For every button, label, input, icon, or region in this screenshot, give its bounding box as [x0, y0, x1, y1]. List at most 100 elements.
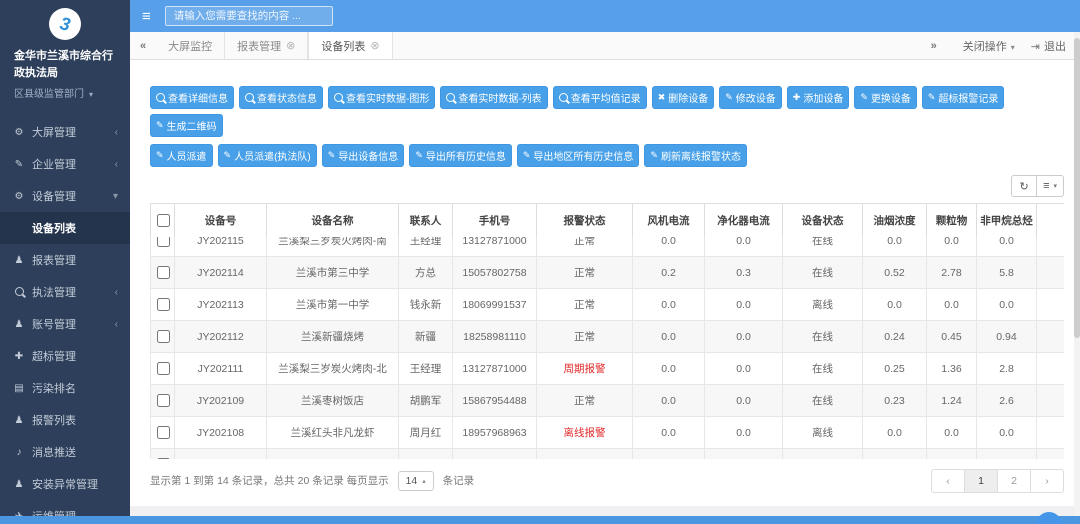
pagination-page-2[interactable]: 2: [997, 469, 1031, 493]
tabs-scroll-left-icon[interactable]: «: [130, 32, 156, 59]
table-row[interactable]: JY202113 兰溪市第一中学 钱永新 18069991537 正常 0.0 0.0 离线 0…: [150, 288, 1064, 321]
cell-alarm_status: 正常: [536, 320, 633, 353]
toolbar-button-刷新离线报警状态[interactable]: ✎ 刷新离线报警状态: [644, 144, 747, 167]
cell-nmhc: 0.0: [976, 288, 1037, 321]
table-footer: 显示第 1 到第 14 条记录，总共 20 条记录 每页显示 14 ▴ 条记录 ‹…: [150, 469, 1064, 493]
table-scroll-area[interactable]: JY202115 兰溪梨三岁炭火烤肉-南 王经理 13127871000 正常 0.0 0.…: [150, 237, 1064, 459]
sidebar-item-exceed[interactable]: ✚ 超标管理: [0, 340, 130, 372]
table-header: 设备号 设备名称 联系人 手机号 报警状态 风机电流 净化器电流 设备状态 油烟浓度 颗粒物 非甲烷…: [150, 203, 1064, 238]
logout-button[interactable]: ⇥ 退出: [1031, 38, 1066, 54]
toolbar-button-查看实时数据-图形[interactable]: 查看实时数据-图形: [328, 86, 436, 109]
pagination-prev[interactable]: ‹: [931, 469, 965, 493]
table-row[interactable]: JY202115 兰溪梨三岁炭火烤肉-南 王经理 13127871000 正常 0.0 0.…: [150, 237, 1064, 257]
org-role-label: 区县级监管部门: [14, 89, 84, 100]
cell-filler: [1036, 352, 1064, 385]
toolbar-button-人员派遣(执法队)[interactable]: ✎ 人员派遣(执法队): [217, 144, 317, 167]
row-checkbox[interactable]: [157, 458, 170, 459]
toolbar-button-超标报警记录[interactable]: ✎ 超标报警记录: [921, 86, 1005, 109]
toolbar-button-导出设备信息[interactable]: ✎ 导出设备信息: [321, 144, 405, 167]
sidebar-item-account[interactable]: ♟ 账号管理 ‹: [0, 308, 130, 340]
row-checkbox[interactable]: [157, 266, 170, 279]
menu-toggle-icon[interactable]: ≡: [142, 8, 151, 25]
logout-icon: ⇥: [1030, 40, 1040, 53]
org-role-selector[interactable]: 区县级监管部门 ▾: [0, 85, 130, 100]
table-row[interactable]: JY202105兰溪大街小巷陶雄兵13575934888正常0.00.0在线0.…: [150, 448, 1064, 459]
row-checkbox-cell: [150, 352, 175, 385]
global-search-input[interactable]: [164, 6, 333, 26]
cell-fan_current: 0.0: [632, 416, 705, 449]
cell-particulate: 2.78: [926, 256, 977, 289]
page-scrollbar-thumb[interactable]: [1074, 38, 1080, 338]
sidebar-item-alarm-list[interactable]: ♟ 报警列表: [0, 404, 130, 436]
toolbar-button-添加设备[interactable]: ✚ 添加设备: [786, 86, 850, 109]
tab-设备列表[interactable]: 设备列表 ⊗: [308, 32, 393, 59]
toolbar-button-修改设备[interactable]: ✎ 修改设备: [719, 86, 782, 109]
table-row[interactable]: JY202114 兰溪市第三中学 方总 15057802758 正常 0.2 0.3 在线 0.…: [150, 256, 1064, 289]
column-header-颗粒物[interactable]: 颗粒物: [926, 203, 977, 238]
sidebar-item-enterprise[interactable]: ✎ 企业管理 ‹: [0, 148, 130, 180]
column-header-油烟浓度[interactable]: 油烟浓度: [862, 203, 927, 238]
page-size-select[interactable]: 14 ▴: [397, 471, 434, 491]
column-header-设备状态[interactable]: 设备状态: [782, 203, 863, 238]
row-checkbox[interactable]: [157, 330, 170, 343]
sidebar-item-report[interactable]: ♟ 报表管理: [0, 244, 130, 276]
toolbar-button-导出所有历史信息[interactable]: ✎ 导出所有历史信息: [409, 144, 512, 167]
toolbar-button-查看实时数据-列表[interactable]: 查看实时数据-列表: [440, 86, 548, 109]
close-tab-icon[interactable]: ⊗: [370, 39, 379, 52]
toolbar-button-删除设备[interactable]: ✖ 删除设备: [651, 86, 715, 109]
tab-label: 报表管理: [237, 40, 282, 53]
toolbar-button-更换设备[interactable]: ✎ 更换设备: [854, 86, 917, 109]
column-header-手机号[interactable]: 手机号: [452, 203, 537, 238]
table-row[interactable]: JY202109 兰溪枣树饭店 胡鹏军 15867954488 正常 0.0 0.0 在线 0.…: [150, 384, 1064, 417]
cell-device_name: 兰溪新疆烧烤: [266, 320, 399, 353]
tab-大屏监控[interactable]: 大屏监控: [156, 32, 226, 59]
sidebar-item-message-push[interactable]: ♪ 消息推送: [0, 436, 130, 468]
toolbar-button-人员派遣[interactable]: ✎ 人员派遣: [150, 144, 213, 167]
toolbar-button-查看状态信息[interactable]: 查看状态信息: [239, 86, 323, 109]
column-header-非甲烷总烃[interactable]: 非甲烷总烃: [976, 203, 1037, 238]
cell-device_name: 兰溪枣树饭店: [266, 384, 399, 417]
refresh-button[interactable]: ↻: [1011, 175, 1038, 197]
pagination: ‹ 1 2 ›: [931, 469, 1064, 493]
sidebar-item-pollution-rank[interactable]: ▤ 污染排名: [0, 372, 130, 404]
toolbar-button-查看详细信息[interactable]: 查看详细信息: [150, 86, 234, 109]
table-row[interactable]: JY202108 兰溪红头非凡龙虾 周月红 18957968963 离线报警 0.0 0.0…: [150, 416, 1064, 449]
column-header-净化器电流[interactable]: 净化器电流: [704, 203, 783, 238]
toolbar-button-生成二维码[interactable]: ✎ 生成二维码: [150, 114, 223, 137]
org-header: 3 金华市兰溪市综合行政执法局 区县级监管部门 ▾: [0, 0, 130, 106]
close-operations-dropdown[interactable]: 关闭操作 ▾: [963, 38, 1015, 54]
table-row[interactable]: JY202111 兰溪梨三岁炭火烤肉-北 王经理 13127871000 周期报警 0.0…: [150, 352, 1064, 385]
cell-fume_density: 0.0: [862, 237, 927, 257]
cell-particulate: 0.45: [926, 320, 977, 353]
sidebar-item-enforcement[interactable]: 执法管理 ‹: [0, 276, 130, 308]
toolbar-button-查看平均值记录[interactable]: 查看平均值记录: [552, 86, 647, 109]
pagination-next[interactable]: ›: [1030, 469, 1064, 493]
page-scrollbar[interactable]: [1074, 32, 1080, 516]
row-checkbox[interactable]: [157, 237, 170, 247]
row-checkbox[interactable]: [157, 394, 170, 407]
columns-button[interactable]: ≡ ▾: [1036, 175, 1064, 197]
tabs-scroll-right-icon[interactable]: »: [921, 40, 947, 52]
column-header-风机电流[interactable]: 风机电流: [632, 203, 705, 238]
toolbar-button-导出地区所有历史信息[interactable]: ✎ 导出地区所有历史信息: [516, 144, 640, 167]
column-header-报警状态[interactable]: 报警状态: [536, 203, 633, 238]
cell-device_no: JY202111: [174, 352, 267, 385]
sidebar-item-device-list[interactable]: 设备列表: [0, 212, 130, 244]
row-checkbox[interactable]: [157, 362, 170, 375]
column-header-设备名称[interactable]: 设备名称: [266, 203, 399, 238]
row-checkbox[interactable]: [157, 298, 170, 311]
table-row[interactable]: JY202112 兰溪新疆烧烤 新疆 18258981110 正常 0.0 0.0 在线 0.2…: [150, 320, 1064, 353]
pagination-page-1[interactable]: 1: [964, 469, 998, 493]
close-tab-icon[interactable]: ⊗: [286, 39, 295, 52]
cell-filler: [1036, 320, 1064, 353]
row-checkbox[interactable]: [157, 426, 170, 439]
column-header-联系人[interactable]: 联系人: [398, 203, 453, 238]
sidebar-item-device[interactable]: ⚙ 设备管理 ▾: [0, 180, 130, 212]
sidebar-item-install-abnormal[interactable]: ♟ 安装异常管理: [0, 468, 130, 500]
cell-nmhc: 1.61: [976, 448, 1037, 459]
user-icon: ♟: [14, 478, 24, 490]
tab-报表管理[interactable]: 报表管理 ⊗: [225, 32, 309, 59]
column-header-设备号[interactable]: 设备号: [174, 203, 267, 238]
select-all-checkbox[interactable]: [157, 214, 170, 227]
sidebar-item-screen[interactable]: ⚙ 大屏管理 ‹: [0, 116, 130, 148]
